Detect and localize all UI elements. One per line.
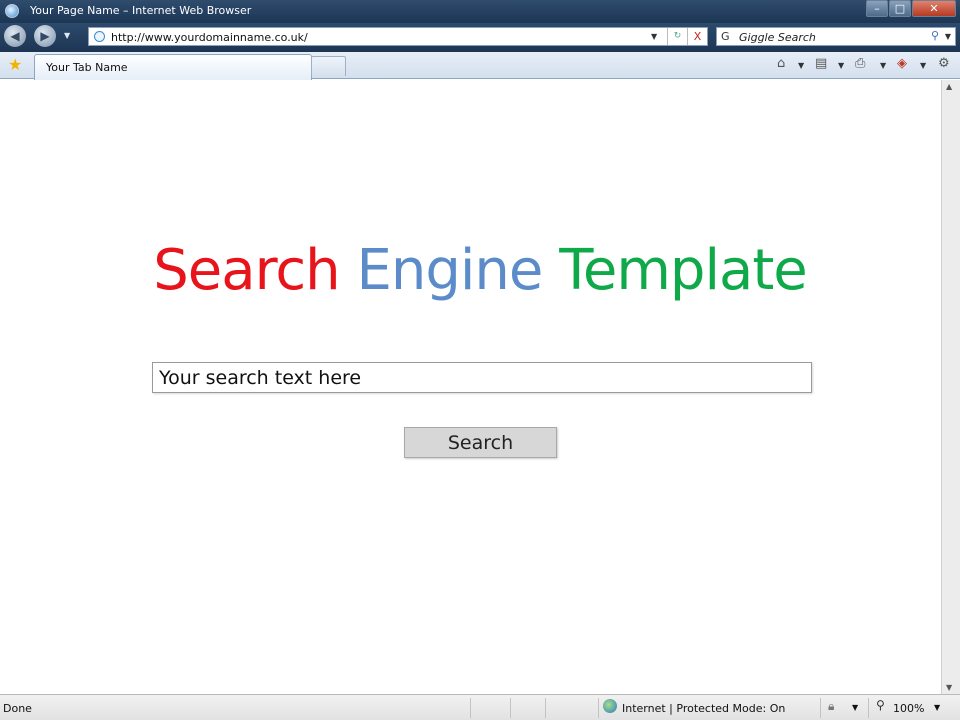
- zoom-level[interactable]: 100%: [893, 702, 924, 715]
- tab-bar: ★ Your Tab Name ⌂ ▼ ▤ ▼ ⎙ ▼ ◈ ▼ ⚙: [0, 52, 960, 80]
- tools-gear-icon[interactable]: ⚙: [938, 56, 950, 71]
- safety-icon[interactable]: ◈: [897, 56, 907, 71]
- search-input[interactable]: [152, 362, 812, 393]
- address-url[interactable]: http://www.yourdomainname.co.uk/: [111, 31, 308, 44]
- feeds-dropdown[interactable]: ▼: [838, 61, 844, 70]
- search-box[interactable]: G Giggle Search ⚲ ▼: [716, 27, 956, 46]
- address-bar[interactable]: http://www.yourdomainname.co.uk/ ▼ ↻ X: [88, 27, 708, 46]
- feeds-icon[interactable]: ▤: [815, 56, 827, 71]
- globe-icon: [603, 699, 617, 713]
- heading-word-search: Search: [153, 238, 340, 303]
- recent-pages-dropdown[interactable]: ▼: [64, 31, 70, 40]
- tab-active[interactable]: Your Tab Name: [34, 54, 312, 80]
- status-divider: [470, 698, 471, 718]
- stop-icon[interactable]: X: [687, 28, 707, 45]
- zoom-icon[interactable]: ⚲: [876, 698, 885, 712]
- browser-logo-icon: [5, 4, 19, 18]
- close-button[interactable]: ✕: [912, 0, 956, 17]
- home-dropdown[interactable]: ▼: [798, 61, 804, 70]
- favorites-star-icon[interactable]: ★: [8, 55, 22, 74]
- search-box-placeholder[interactable]: Giggle Search: [739, 31, 816, 44]
- tab-label: Your Tab Name: [46, 61, 128, 74]
- window-controls: – □ ✕: [865, 0, 956, 18]
- back-icon[interactable]: ◀: [4, 25, 26, 47]
- heading-word-template: Template: [559, 238, 808, 303]
- browser-window: Your Page Name – Internet Web Browser – …: [0, 0, 960, 720]
- page-heading: Search Engine Template: [0, 238, 960, 303]
- safety-dropdown[interactable]: ▼: [920, 61, 926, 70]
- security-dropdown[interactable]: ▼: [852, 703, 858, 712]
- status-divider: [868, 698, 869, 718]
- security-zone[interactable]: Internet | Protected Mode: On: [622, 702, 785, 715]
- search-options-dropdown[interactable]: ▼: [945, 32, 951, 41]
- page-icon: [94, 31, 105, 42]
- home-icon[interactable]: ⌂: [777, 56, 785, 71]
- status-bar: Done Internet | Protected Mode: On 🔒︎ ▼ …: [0, 694, 960, 720]
- lock-icon[interactable]: 🔒︎: [828, 699, 834, 714]
- navigation-bar: ◀ ▶ ▼ http://www.yourdomainname.co.uk/ ▼…: [0, 23, 960, 52]
- status-divider: [598, 698, 599, 718]
- refresh-icon[interactable]: ↻: [667, 28, 687, 45]
- status-divider: [510, 698, 511, 718]
- print-icon[interactable]: ⎙: [855, 56, 865, 71]
- status-text: Done: [3, 702, 32, 715]
- address-dropdown[interactable]: ▼: [651, 32, 657, 41]
- title-bar: Your Page Name – Internet Web Browser – …: [0, 0, 960, 23]
- scroll-up-arrow[interactable]: ▲: [946, 82, 952, 91]
- forward-icon[interactable]: ▶: [34, 25, 56, 47]
- zoom-dropdown[interactable]: ▼: [934, 703, 940, 712]
- minimize-button[interactable]: –: [866, 0, 888, 17]
- search-button[interactable]: Search: [404, 427, 557, 458]
- page-content: Search Engine Template Search: [0, 80, 941, 694]
- heading-word-engine: Engine: [356, 238, 543, 303]
- maximize-button[interactable]: □: [889, 0, 911, 17]
- scroll-down-arrow[interactable]: ▼: [946, 683, 952, 692]
- status-divider: [820, 698, 821, 718]
- print-dropdown[interactable]: ▼: [880, 61, 886, 70]
- search-provider-icon: G: [721, 30, 730, 43]
- status-divider: [545, 698, 546, 718]
- new-tab-button[interactable]: [311, 56, 346, 76]
- window-title: Your Page Name – Internet Web Browser: [30, 4, 252, 17]
- search-go-icon[interactable]: ⚲: [931, 29, 939, 42]
- vertical-scrollbar[interactable]: ▲ ▼: [941, 80, 960, 694]
